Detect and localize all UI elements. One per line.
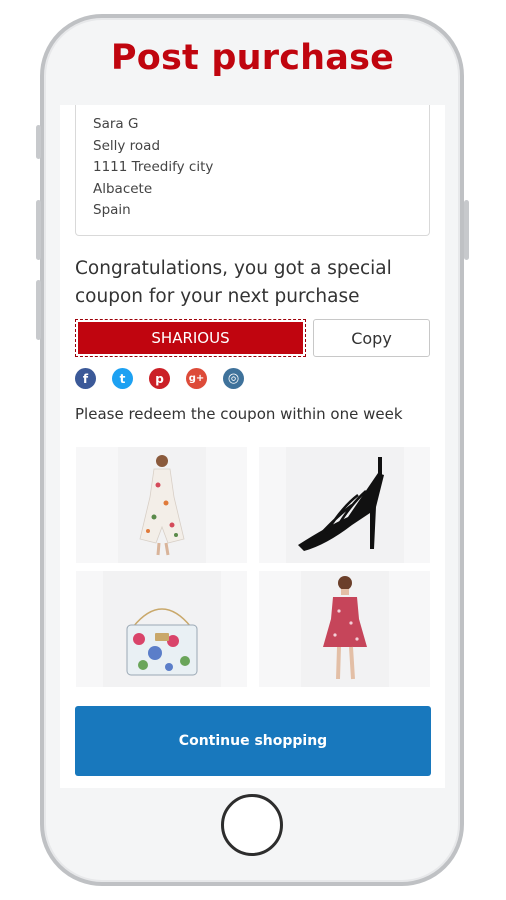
address-line: Spain [93,202,131,219]
shipping-address-card: Sara G Selly road 1111 Treedify city Alb… [75,105,430,236]
facebook-icon[interactable]: f [75,368,96,389]
redeem-note: Please redeem the coupon within one week [75,405,403,423]
home-button[interactable] [221,794,283,856]
address-line: Albacete [93,180,153,197]
product-tile[interactable] [76,571,247,687]
mute-switch [36,125,41,159]
coupon-code: SHARIOUS [78,322,303,354]
google-plus-icon[interactable]: g+ [186,368,207,389]
product-grid [76,447,430,687]
product-tile[interactable] [76,447,247,563]
floral-dress-image [117,447,206,563]
page-title: Post purchase [110,38,395,78]
coupon-code-box[interactable]: SHARIOUS [75,319,306,357]
continue-shopping-button[interactable]: Continue shopping [75,706,431,776]
coupon-message: Congratulations, you got a special coupo… [75,258,392,307]
social-share-bar: f t p g+ ◎ [75,368,244,390]
black-strappy-heels-image [285,447,404,563]
power-button [464,200,469,260]
floral-handbag-image [102,571,221,687]
volume-up-button [36,200,41,260]
twitter-icon[interactable]: t [112,368,133,389]
address-line: 1111 Treedify city [93,159,214,176]
address-line: Sara G [93,116,139,132]
copy-coupon-button[interactable]: Copy [313,319,430,357]
volume-down-button [36,280,41,340]
product-tile[interactable] [259,571,430,687]
phone-screen: Sara G Selly road 1111 Treedify city Alb… [60,105,445,788]
red-floral-dress-image [300,571,389,687]
address-line: Selly road [93,137,161,154]
pinterest-icon[interactable]: p [149,368,170,389]
product-tile[interactable] [259,447,430,563]
instagram-icon[interactable]: ◎ [223,368,244,389]
